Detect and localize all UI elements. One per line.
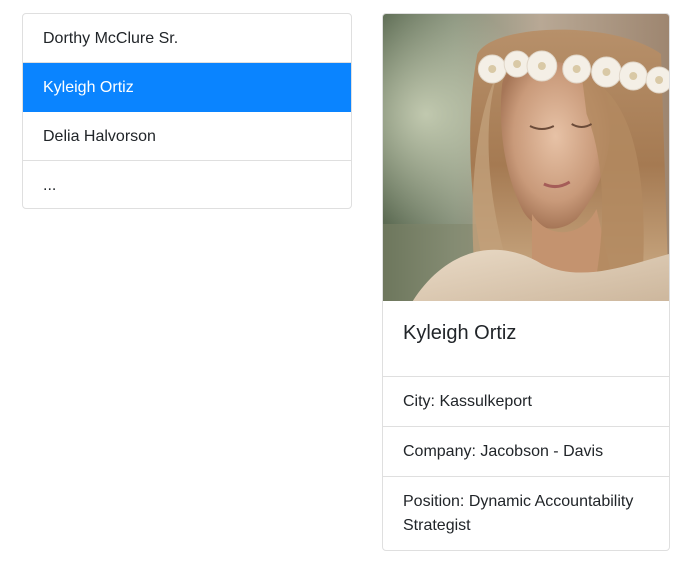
list-item-more[interactable]: ... xyxy=(23,161,351,208)
profile-photo xyxy=(383,14,669,301)
profile-position: Position: Dynamic Accountability Strateg… xyxy=(403,493,634,534)
list-item-delia-halvorson[interactable]: Delia Halvorson xyxy=(23,112,351,161)
profile-company: Company: Jacobson - Davis xyxy=(383,427,669,477)
profile-name: Kyleigh Ortiz xyxy=(403,322,517,344)
profile-card: Kyleigh Ortiz City: Kassulkeport Company… xyxy=(382,13,670,551)
profile-card-header: Kyleigh Ortiz xyxy=(383,301,669,377)
profile-city: City: Kassulkeport xyxy=(383,377,669,427)
list-item-kyleigh-ortiz[interactable]: Kyleigh Ortiz xyxy=(23,63,351,112)
person-list: Dorthy McClure Sr. Kyleigh Ortiz Delia H… xyxy=(22,13,352,209)
list-item-dorthy-mcclure[interactable]: Dorthy McClure Sr. xyxy=(23,14,351,63)
